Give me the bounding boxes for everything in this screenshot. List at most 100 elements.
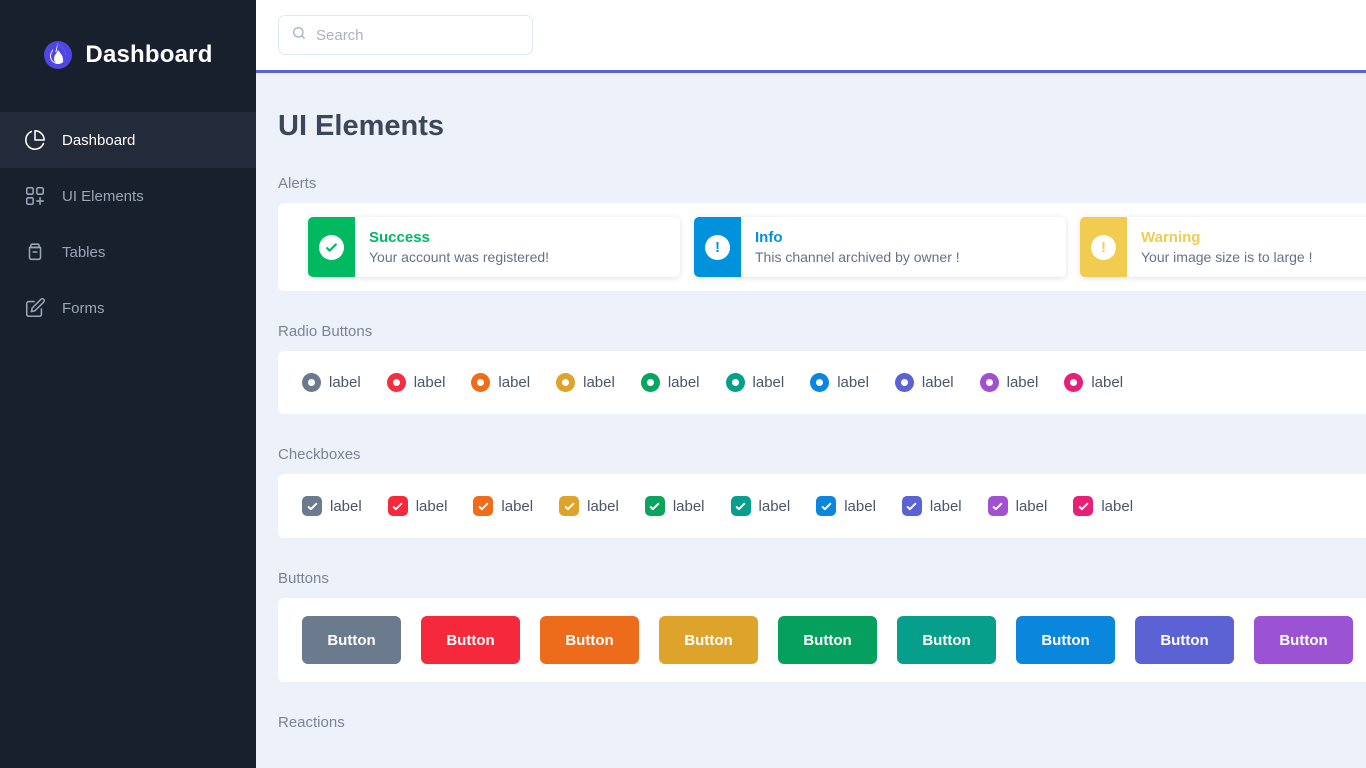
search-box[interactable]	[278, 15, 533, 55]
radio-button-icon[interactable]	[640, 373, 660, 392]
checkbox-option[interactable]: label	[901, 496, 962, 516]
checkbox-option[interactable]: label	[387, 496, 448, 516]
checkbox-option-label: label	[929, 497, 962, 515]
section-label-alerts: Alerts	[278, 175, 317, 192]
color-button[interactable]: Button	[659, 616, 758, 664]
alert-text: Your account was registered!	[369, 249, 550, 265]
exclamation-circle-icon: !	[694, 217, 741, 277]
buttons-card: Button Button Button Button Button Button Butt…	[278, 598, 1366, 682]
radio-option-label: label	[1006, 374, 1039, 391]
exclamation-circle-icon: !	[1080, 217, 1127, 277]
radio-option-label: label	[329, 374, 361, 391]
checkbox-option-label: label	[415, 497, 448, 515]
alert-title: Warning	[1141, 229, 1201, 246]
checkbox-option[interactable]: label	[644, 496, 705, 516]
radio-option[interactable]: label	[556, 373, 615, 392]
radio-option[interactable]: label	[471, 373, 530, 392]
radio-button-icon[interactable]	[556, 373, 576, 392]
checkbox-option-label: label	[844, 497, 876, 515]
alerts-card: Success Your account was registered! ! I…	[278, 203, 1366, 291]
radio-option[interactable]: label	[810, 373, 869, 392]
radio-option[interactable]: label	[894, 373, 954, 392]
sidebar-item-forms[interactable]: Forms	[0, 280, 256, 336]
alert-warning: ! Warning Your image size is to large !	[1080, 217, 1366, 277]
radio-option[interactable]: label	[386, 373, 445, 392]
radio-button-icon[interactable]	[471, 373, 491, 392]
radio-option[interactable]: label	[302, 373, 361, 392]
radio-option[interactable]: label	[640, 373, 700, 392]
radio-button-icon[interactable]	[810, 373, 830, 392]
checkbox-option[interactable]: label	[559, 496, 619, 516]
checkbox-option[interactable]: label	[473, 496, 533, 516]
checkbox-option-label: label	[587, 497, 619, 515]
alerts-scroll-area[interactable]: Success Your account was registered! ! I…	[278, 203, 1366, 291]
radio-button-icon[interactable]	[979, 373, 999, 392]
checkboxes-row: label label label label label label label label…	[278, 474, 1157, 538]
color-button[interactable]: Button	[302, 616, 401, 664]
sidebar-item-label: Forms	[62, 299, 105, 317]
color-button[interactable]: Button	[1135, 616, 1234, 664]
flame-logo-icon	[43, 38, 73, 72]
radio-option[interactable]: label	[979, 373, 1039, 392]
radio-button-icon[interactable]	[725, 373, 745, 392]
sidebar-item-dashboard[interactable]: Dashboard	[0, 112, 256, 168]
alert-info: ! Info This channel archived by owner !	[694, 217, 1066, 277]
checkbox-option[interactable]: label	[987, 496, 1048, 516]
color-button[interactable]: Button	[421, 616, 520, 664]
color-button[interactable]: Button	[1254, 616, 1353, 664]
alert-text: Your image size is to large !	[1141, 249, 1313, 265]
checkbox-option[interactable]: label	[730, 496, 791, 516]
checkbox-option-label: label	[758, 497, 791, 515]
checkbox-icon[interactable]	[987, 496, 1008, 516]
radios-card: label label label label label label label label…	[278, 351, 1366, 414]
main-area: UI Elements Alerts Success	[256, 0, 1366, 768]
checkbox-option[interactable]: label	[1073, 496, 1133, 516]
color-button[interactable]: Button	[1016, 616, 1115, 664]
checkbox-icon[interactable]	[473, 496, 494, 516]
radio-button-icon[interactable]	[386, 373, 406, 392]
alert-title: Success	[369, 229, 430, 246]
radio-option-label: label	[583, 374, 615, 391]
checkbox-option-label: label	[1101, 497, 1134, 515]
sidebar-item-tables[interactable]: Tables	[0, 224, 256, 280]
radio-option-label: label	[667, 374, 700, 391]
color-button[interactable]: Button	[540, 616, 639, 664]
checkbox-option[interactable]: label	[816, 496, 876, 516]
radio-button-icon[interactable]	[894, 373, 914, 392]
radio-option-label: label	[837, 374, 869, 391]
sidebar-item-ui-elements[interactable]: UI Elements	[0, 168, 256, 224]
sidebar: Dashboard Dashboard UI Elements Tables F…	[0, 0, 256, 768]
radios-row: label label label label label label label label…	[278, 351, 1147, 414]
checkbox-option[interactable]: label	[302, 496, 362, 516]
section-label-radio-buttons: Radio Buttons	[278, 323, 373, 340]
checkbox-option-label: label	[1015, 497, 1048, 515]
alerts-row: Success Your account was registered! ! I…	[278, 203, 1366, 291]
alert-title: Info	[755, 229, 783, 246]
checkbox-option-label: label	[330, 497, 362, 515]
checkbox-icon[interactable]	[1073, 496, 1094, 516]
radio-option[interactable]: label	[725, 373, 784, 392]
checkbox-icon[interactable]	[387, 496, 408, 516]
radio-option-label: label	[498, 374, 531, 391]
sidebar-item-label: Dashboard	[62, 131, 136, 149]
checkbox-icon[interactable]	[302, 496, 322, 516]
radio-button-icon[interactable]	[302, 373, 321, 392]
sidebar-nav: Dashboard UI Elements Tables Forms	[0, 112, 256, 336]
grid-plus-icon	[24, 185, 46, 207]
color-button[interactable]: Button	[897, 616, 996, 664]
sidebar-item-label: Tables	[62, 243, 106, 261]
buttons-scroll-area[interactable]: Button Button Button Button Button Button Butt…	[278, 598, 1366, 682]
section-label-buttons: Buttons	[278, 570, 329, 587]
checkbox-icon[interactable]	[730, 496, 751, 516]
checkbox-icon[interactable]	[644, 496, 665, 516]
radio-option[interactable]: label	[1064, 373, 1123, 392]
checkbox-icon[interactable]	[559, 496, 580, 516]
search-input[interactable]	[316, 26, 520, 44]
checkbox-icon[interactable]	[901, 496, 922, 516]
color-button[interactable]: Button	[778, 616, 877, 664]
radio-button-icon[interactable]	[1064, 373, 1084, 392]
topbar	[256, 0, 1366, 73]
radio-option-label: label	[921, 374, 954, 391]
checkbox-icon[interactable]	[816, 496, 837, 516]
brand[interactable]: Dashboard	[0, 0, 256, 110]
